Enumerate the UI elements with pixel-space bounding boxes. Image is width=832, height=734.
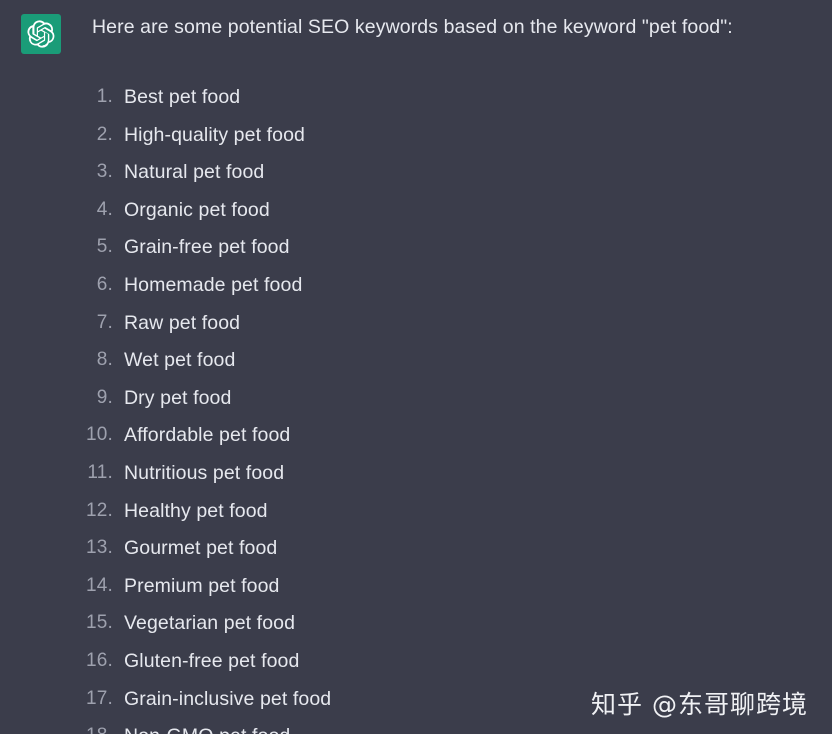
list-item-label: Vegetarian pet food [124,612,296,635]
watermark-site: 知乎 [590,690,643,719]
keyword-list: 1. Best pet food 2. High-quality pet food 3.… [0,84,832,734]
list-item-label: Raw pet food [124,311,241,334]
list-item: 2. High-quality pet food [0,122,832,160]
list-item: 5. Grain-free pet food [0,234,832,272]
list-item-label: Best pet food [124,86,241,108]
list-item-label: Gluten-free pet food [124,649,300,672]
list-item-number: 1. [96,86,113,107]
list-item-label: Gourmet pet food [124,537,278,560]
list-item: 3. Natural pet food [0,159,832,197]
list-item: 18. Non-GMO pet food [0,723,832,734]
list-item-number: 2. [96,123,113,145]
list-item-label: Premium pet food [124,574,280,597]
list-item: 15. Vegetarian pet food [0,610,832,648]
intro-text: Here are some potential SEO keywords bas… [92,16,733,38]
list-item: 12. Healthy pet food [0,498,832,536]
list-item: 11. Nutritious pet food [0,460,832,498]
list-item: 13. Gourmet pet food [0,535,832,573]
list-item: 16. Gluten-free pet food [0,648,832,686]
list-item: 9. Dry pet food [0,385,832,423]
chat-screenshot: Here are some potential SEO keywords bas… [0,0,832,734]
list-item-label: Non-GMO pet food [124,723,290,734]
list-item-label: High-quality pet food [124,123,305,146]
list-item-number: 13. [85,537,113,559]
list-item-label: Grain-free pet food [124,236,290,259]
list-item-number: 18. [0,723,113,734]
watermark-handle: @东哥聊跨境 [651,690,808,719]
list-item: 4. Organic pet food [0,197,832,235]
message-body: Here are some potential SEO keywords bas… [92,14,822,40]
list-item: 10. Affordable pet food [0,422,832,460]
list-item-label: Affordable pet food [124,424,291,447]
assistant-message: Here are some potential SEO keywords bas… [0,0,832,54]
list-item-number: 11. [87,461,113,483]
list-item-number: 12. [85,499,113,521]
list-item-number: 3. [96,161,113,183]
list-item: 6. Homemade pet food [0,272,832,310]
list-item: 1. Best pet food [0,84,832,122]
list-item-label: Nutritious pet food [124,461,285,484]
list-item-label: Dry pet food [124,386,232,409]
list-item-number: 9. [96,386,113,408]
list-item-number: 7. [96,311,113,333]
list-item: 7. Raw pet food [0,310,832,348]
list-item-number: 16. [85,649,113,671]
list-item: 14. Premium pet food [0,573,832,611]
list-item-number: 5. [96,236,113,258]
list-item-number: 15. [85,612,113,634]
list-item-number: 4. [96,198,113,220]
list-item-number: 14. [85,574,113,596]
list-item-label: Grain-inclusive pet food [124,687,332,710]
openai-logo-icon [21,14,61,54]
list-item-number: 8. [96,349,113,371]
list-item-label: Organic pet food [124,198,270,221]
list-item-label: Homemade pet food [124,273,303,296]
list-item: 8. Wet pet food [0,347,832,385]
list-item-label: Wet pet food [124,349,236,372]
list-item-label: Natural pet food [124,161,265,184]
list-item-label: Healthy pet food [124,499,268,522]
list-item-number: 10. [85,424,113,446]
list-item-number: 6. [96,273,113,295]
list-item-number: 17. [85,687,113,709]
watermark: 知乎 @东哥聊跨境 [591,690,808,720]
